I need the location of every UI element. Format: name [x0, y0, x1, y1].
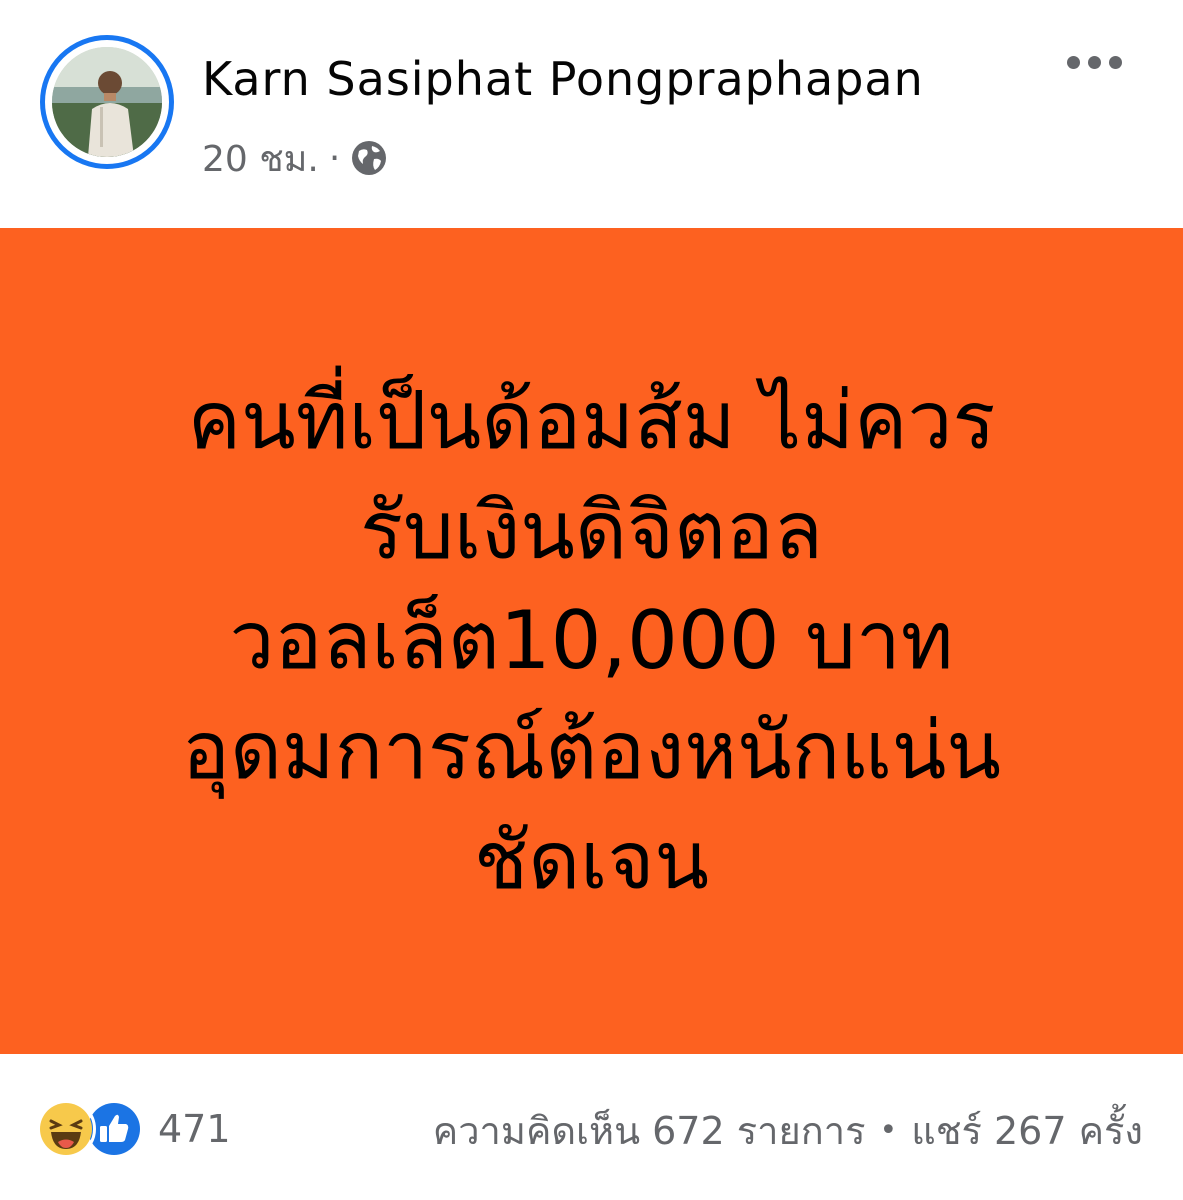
post-text-line: ชัดเจน — [473, 814, 710, 907]
post-text-line: วอลเล็ต10,000 บาท — [229, 594, 954, 687]
post-text-card: คนที่เป็นด้อมส้ม ไม่ควร รับเงินดิจิตอล ว… — [0, 228, 1183, 1054]
shares-count[interactable]: แชร์ 267 ครั้ง — [911, 1100, 1143, 1161]
engagement-summary: ความคิดเห็น 672 รายการ • แชร์ 267 ครั้ง — [433, 1100, 1143, 1160]
more-dot — [1087, 55, 1101, 69]
post-header: Karn Sasiphat Pongpraphapan 20 ชม. · — [0, 0, 1183, 228]
post-text-line: รับเงินดิจิตอล — [360, 484, 823, 577]
meta-separator: · — [328, 137, 341, 179]
post-meta: 20 ชม. · — [202, 136, 388, 180]
haha-reaction-icon — [36, 1099, 96, 1159]
reaction-count: 471 — [158, 1107, 231, 1151]
more-dot — [1108, 55, 1122, 69]
post-text: คนที่เป็นด้อมส้ม ไม่ควร รับเงินดิจิตอล ว… — [42, 366, 1142, 916]
globe-icon[interactable] — [350, 139, 388, 177]
comments-count[interactable]: ความคิดเห็น 672 รายการ — [433, 1100, 866, 1161]
more-dot — [1066, 55, 1080, 69]
post-timestamp[interactable]: 20 ชม. — [202, 130, 319, 187]
post-text-line: คนที่เป็นด้อมส้ม ไม่ควร — [187, 374, 996, 467]
profile-photo — [52, 47, 162, 157]
author-name[interactable]: Karn Sasiphat Pongpraphapan — [202, 52, 924, 106]
avatar[interactable] — [40, 35, 174, 169]
engagement-separator: • — [879, 1112, 898, 1148]
reactions-summary[interactable]: 471 — [36, 1098, 231, 1160]
post-text-line: อุดมการณ์ต้องหนักแน่น — [181, 704, 1002, 797]
more-options-button[interactable] — [1058, 44, 1130, 80]
